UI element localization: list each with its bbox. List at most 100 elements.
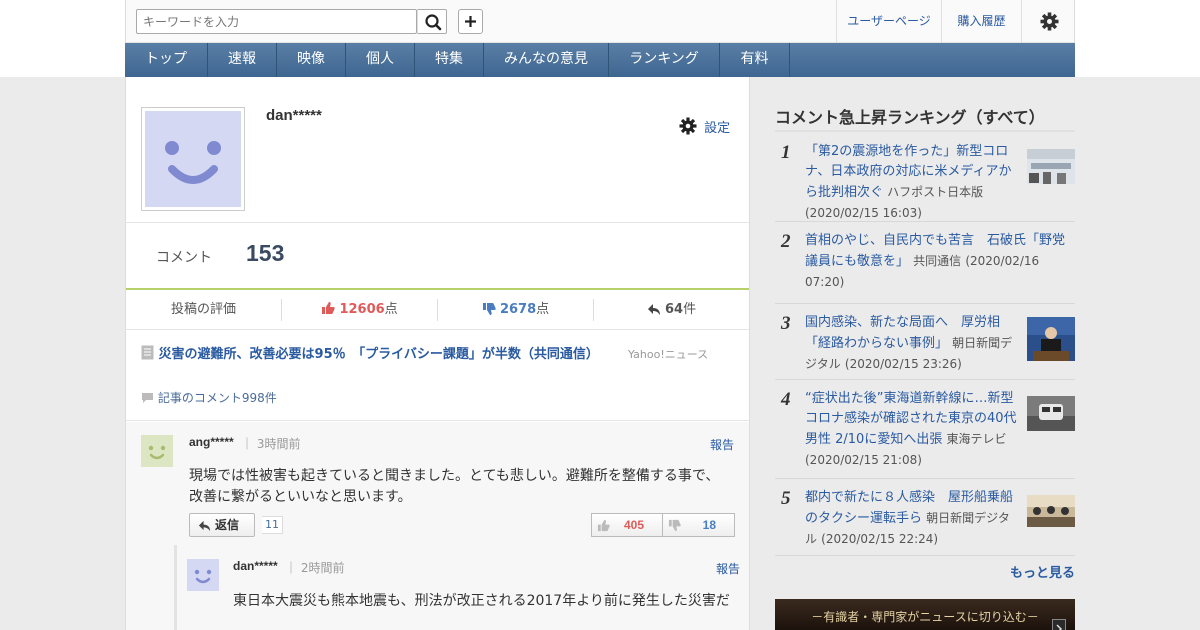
ranking-item[interactable]: 1 「第2の震源地を作った」新型コロナ、日本政府の対応に米メディアから批判相次ぐ… xyxy=(775,134,1075,222)
rating-label: 投稿の評価 xyxy=(170,302,236,317)
search-button[interactable] xyxy=(417,9,447,34)
rank-number: 5 xyxy=(781,488,791,509)
main-nav: トップ 速報 映像 個人 特集 みんなの意見 ランキング 有料 xyxy=(125,43,1075,77)
profile-settings-link[interactable]: 設定 xyxy=(679,117,730,136)
reply-time: ｜ 2時間前 xyxy=(285,561,345,575)
ranking-item-text: 都内で新たに８人感染 屋形船乗船のタクシー運転手ら 朝日新聞デジタル (2020… xyxy=(805,488,1020,550)
speech-bubble-icon xyxy=(142,393,153,403)
settings-button[interactable] xyxy=(1021,0,1076,43)
ranking-item[interactable]: 4 “症状出た後”東海道新幹線に…新型コロナ感染が確認された東京の40代男性 2… xyxy=(775,381,1075,479)
rank-number: 4 xyxy=(781,389,791,410)
ranking-item-text: 「第2の震源地を作った」新型コロナ、日本政府の対応に米メディアから批判相次ぐ ハ… xyxy=(805,142,1020,224)
rank-number: 1 xyxy=(781,142,791,163)
nav-paid[interactable]: 有料 xyxy=(720,43,790,77)
profile-avatar xyxy=(141,107,245,211)
thumbs-down-icon xyxy=(482,303,496,315)
dislikes-unit: 点 xyxy=(536,302,550,317)
reply-button[interactable]: 返信 xyxy=(189,513,255,537)
replier-avatar xyxy=(187,559,219,591)
likes-stat: 12606点 xyxy=(282,290,437,330)
plus-icon xyxy=(465,16,476,27)
article-source: Yahoo!ニュース xyxy=(627,348,709,361)
dislikes-stat: 2678点 xyxy=(438,290,593,330)
article-title-line: 災害の避難所、改善必要は95％ 「プライバシー課題」が半数（共同通信） Yaho… xyxy=(141,345,741,365)
article-comments-label: 記事のコメント998件 xyxy=(157,391,277,405)
reply-label: 返信 xyxy=(215,518,240,532)
nav-personal[interactable]: 個人 xyxy=(346,43,415,77)
search-input[interactable] xyxy=(136,9,417,34)
divider xyxy=(126,222,749,223)
expert-banner[interactable]: －有識者・専門家がニュースに切り込む－ xyxy=(775,599,1075,630)
document-icon xyxy=(141,345,154,360)
top-header: ユーザーページ 購入履歴 トップ 速報 映像 個人 特集 みんなの意見 ランキン… xyxy=(0,0,1200,77)
reply-item: dan***** ｜ 2時間前 報告 東日本大震災も熊本地震も、刑法が改正される… xyxy=(174,545,749,630)
comment-thread: ang***** ｜ 3時間前 報告 現場では性被害も起きていると聞きました。と… xyxy=(126,422,749,630)
reply-count[interactable]: 11 xyxy=(262,516,283,534)
commenter-name[interactable]: ang***** xyxy=(189,435,234,449)
rank-number: 2 xyxy=(781,231,791,252)
comment-count: 153 xyxy=(246,240,285,266)
comment-label: コメント xyxy=(156,250,212,266)
ranking-item-source: 共同通信 xyxy=(913,254,962,268)
thumbs-up-icon xyxy=(322,302,335,314)
news-thumbnail xyxy=(1027,149,1075,184)
article-comments-link[interactable]: 記事のコメント998件 xyxy=(141,389,277,406)
smiley-avatar-icon xyxy=(187,559,219,591)
like-count: 405 xyxy=(623,518,644,532)
article-title-link[interactable]: 災害の避難所、改善必要は95％ 「プライバシー課題」が半数（共同通信） xyxy=(159,347,599,362)
news-thumbnail xyxy=(1027,495,1075,527)
smiley-avatar-icon xyxy=(141,435,173,467)
dislike-button[interactable]: 18 xyxy=(663,513,735,537)
nav-features[interactable]: 特集 xyxy=(415,43,484,77)
replies-count: 64 xyxy=(665,302,684,317)
report-link[interactable]: 報告 xyxy=(716,560,740,577)
news-thumbnail xyxy=(1027,317,1075,361)
nav-opinions[interactable]: みんなの意見 xyxy=(484,43,609,77)
news-thumbnail xyxy=(1027,396,1075,431)
smiley-avatar-icon xyxy=(145,111,241,207)
likes-count: 12606 xyxy=(339,302,385,317)
gear-icon xyxy=(679,117,697,135)
gear-icon xyxy=(1040,12,1059,31)
ranking-item-date: (2020/02/15 21:08) xyxy=(805,453,922,467)
settings-label: 設定 xyxy=(704,121,731,136)
ranking-item-date: (2020/02/15 16:03) xyxy=(805,206,922,220)
thumbs-up-icon xyxy=(597,519,610,532)
ranking-item[interactable]: 5 都内で新たに８人感染 屋形船乗船のタクシー運転手ら 朝日新聞デジタル (20… xyxy=(775,480,1075,556)
nav-video[interactable]: 映像 xyxy=(277,43,346,77)
profile-panel: dan***** 設定 コメント 153 投稿の評価 12606点 2678点 … xyxy=(125,77,750,630)
dislike-count: 18 xyxy=(702,518,716,532)
rating-stats: 投稿の評価 12606点 2678点 64件 xyxy=(126,290,749,330)
purchase-history-link[interactable]: 購入履歴 xyxy=(941,0,1021,43)
report-link[interactable]: 報告 xyxy=(710,436,734,453)
search-icon xyxy=(425,14,442,31)
more-link[interactable]: もっと見る xyxy=(1010,562,1075,581)
comment-time-value: 3時間前 xyxy=(256,437,301,451)
nav-breaking[interactable]: 速報 xyxy=(208,43,277,77)
nav-ranking[interactable]: ランキング xyxy=(609,43,720,77)
header-bar: ユーザーページ 購入履歴 xyxy=(125,0,1075,43)
comment-text: 現場では性被害も起きていると聞きました。とても悲しい。避難所を整備する事で、改善… xyxy=(189,468,720,505)
replier-name[interactable]: dan***** xyxy=(233,559,278,573)
ranking-item-text: 首相のやじ、自民内でも苦言 石破氏「野党議員にも敬意を」 共同通信 (2020/… xyxy=(805,231,1070,293)
chevron-right-icon xyxy=(1056,624,1063,630)
reply-icon xyxy=(647,304,660,315)
replies-unit: 件 xyxy=(683,302,697,317)
ranking-item-text: 国内感染、新たな局面へ 厚労相「経路わからない事例」 朝日新聞デジタル (202… xyxy=(805,313,1020,375)
ranking-item[interactable]: 3 国内感染、新たな局面へ 厚労相「経路わからない事例」 朝日新聞デジタル (2… xyxy=(775,305,1075,380)
like-button[interactable]: 405 xyxy=(591,513,663,537)
add-button[interactable] xyxy=(458,9,483,34)
thumbs-down-icon xyxy=(668,519,681,532)
ranking-title: コメント急上昇ランキング（すべて） xyxy=(775,100,1075,132)
rank-number: 3 xyxy=(781,313,791,334)
ranking-item-text: “症状出た後”東海道新幹線に…新型コロナ感染が確認された東京の40代男性 2/1… xyxy=(805,389,1020,471)
ranking-item-date: (2020/02/15 22:24) xyxy=(821,532,939,546)
article-block: 災害の避難所、改善必要は95％ 「プライバシー課題」が半数（共同通信） Yaho… xyxy=(126,331,749,421)
nav-top[interactable]: トップ xyxy=(125,43,208,77)
reply-icon xyxy=(198,520,211,532)
profile-username: dan***** xyxy=(266,107,322,124)
banner-next-button[interactable] xyxy=(1052,619,1066,630)
banner-text: －有識者・専門家がニュースに切り込む－ xyxy=(811,610,1039,624)
user-page-link[interactable]: ユーザーページ xyxy=(836,0,941,43)
ranking-item[interactable]: 2 首相のやじ、自民内でも苦言 石破氏「野党議員にも敬意を」 共同通信 (202… xyxy=(775,223,1075,304)
